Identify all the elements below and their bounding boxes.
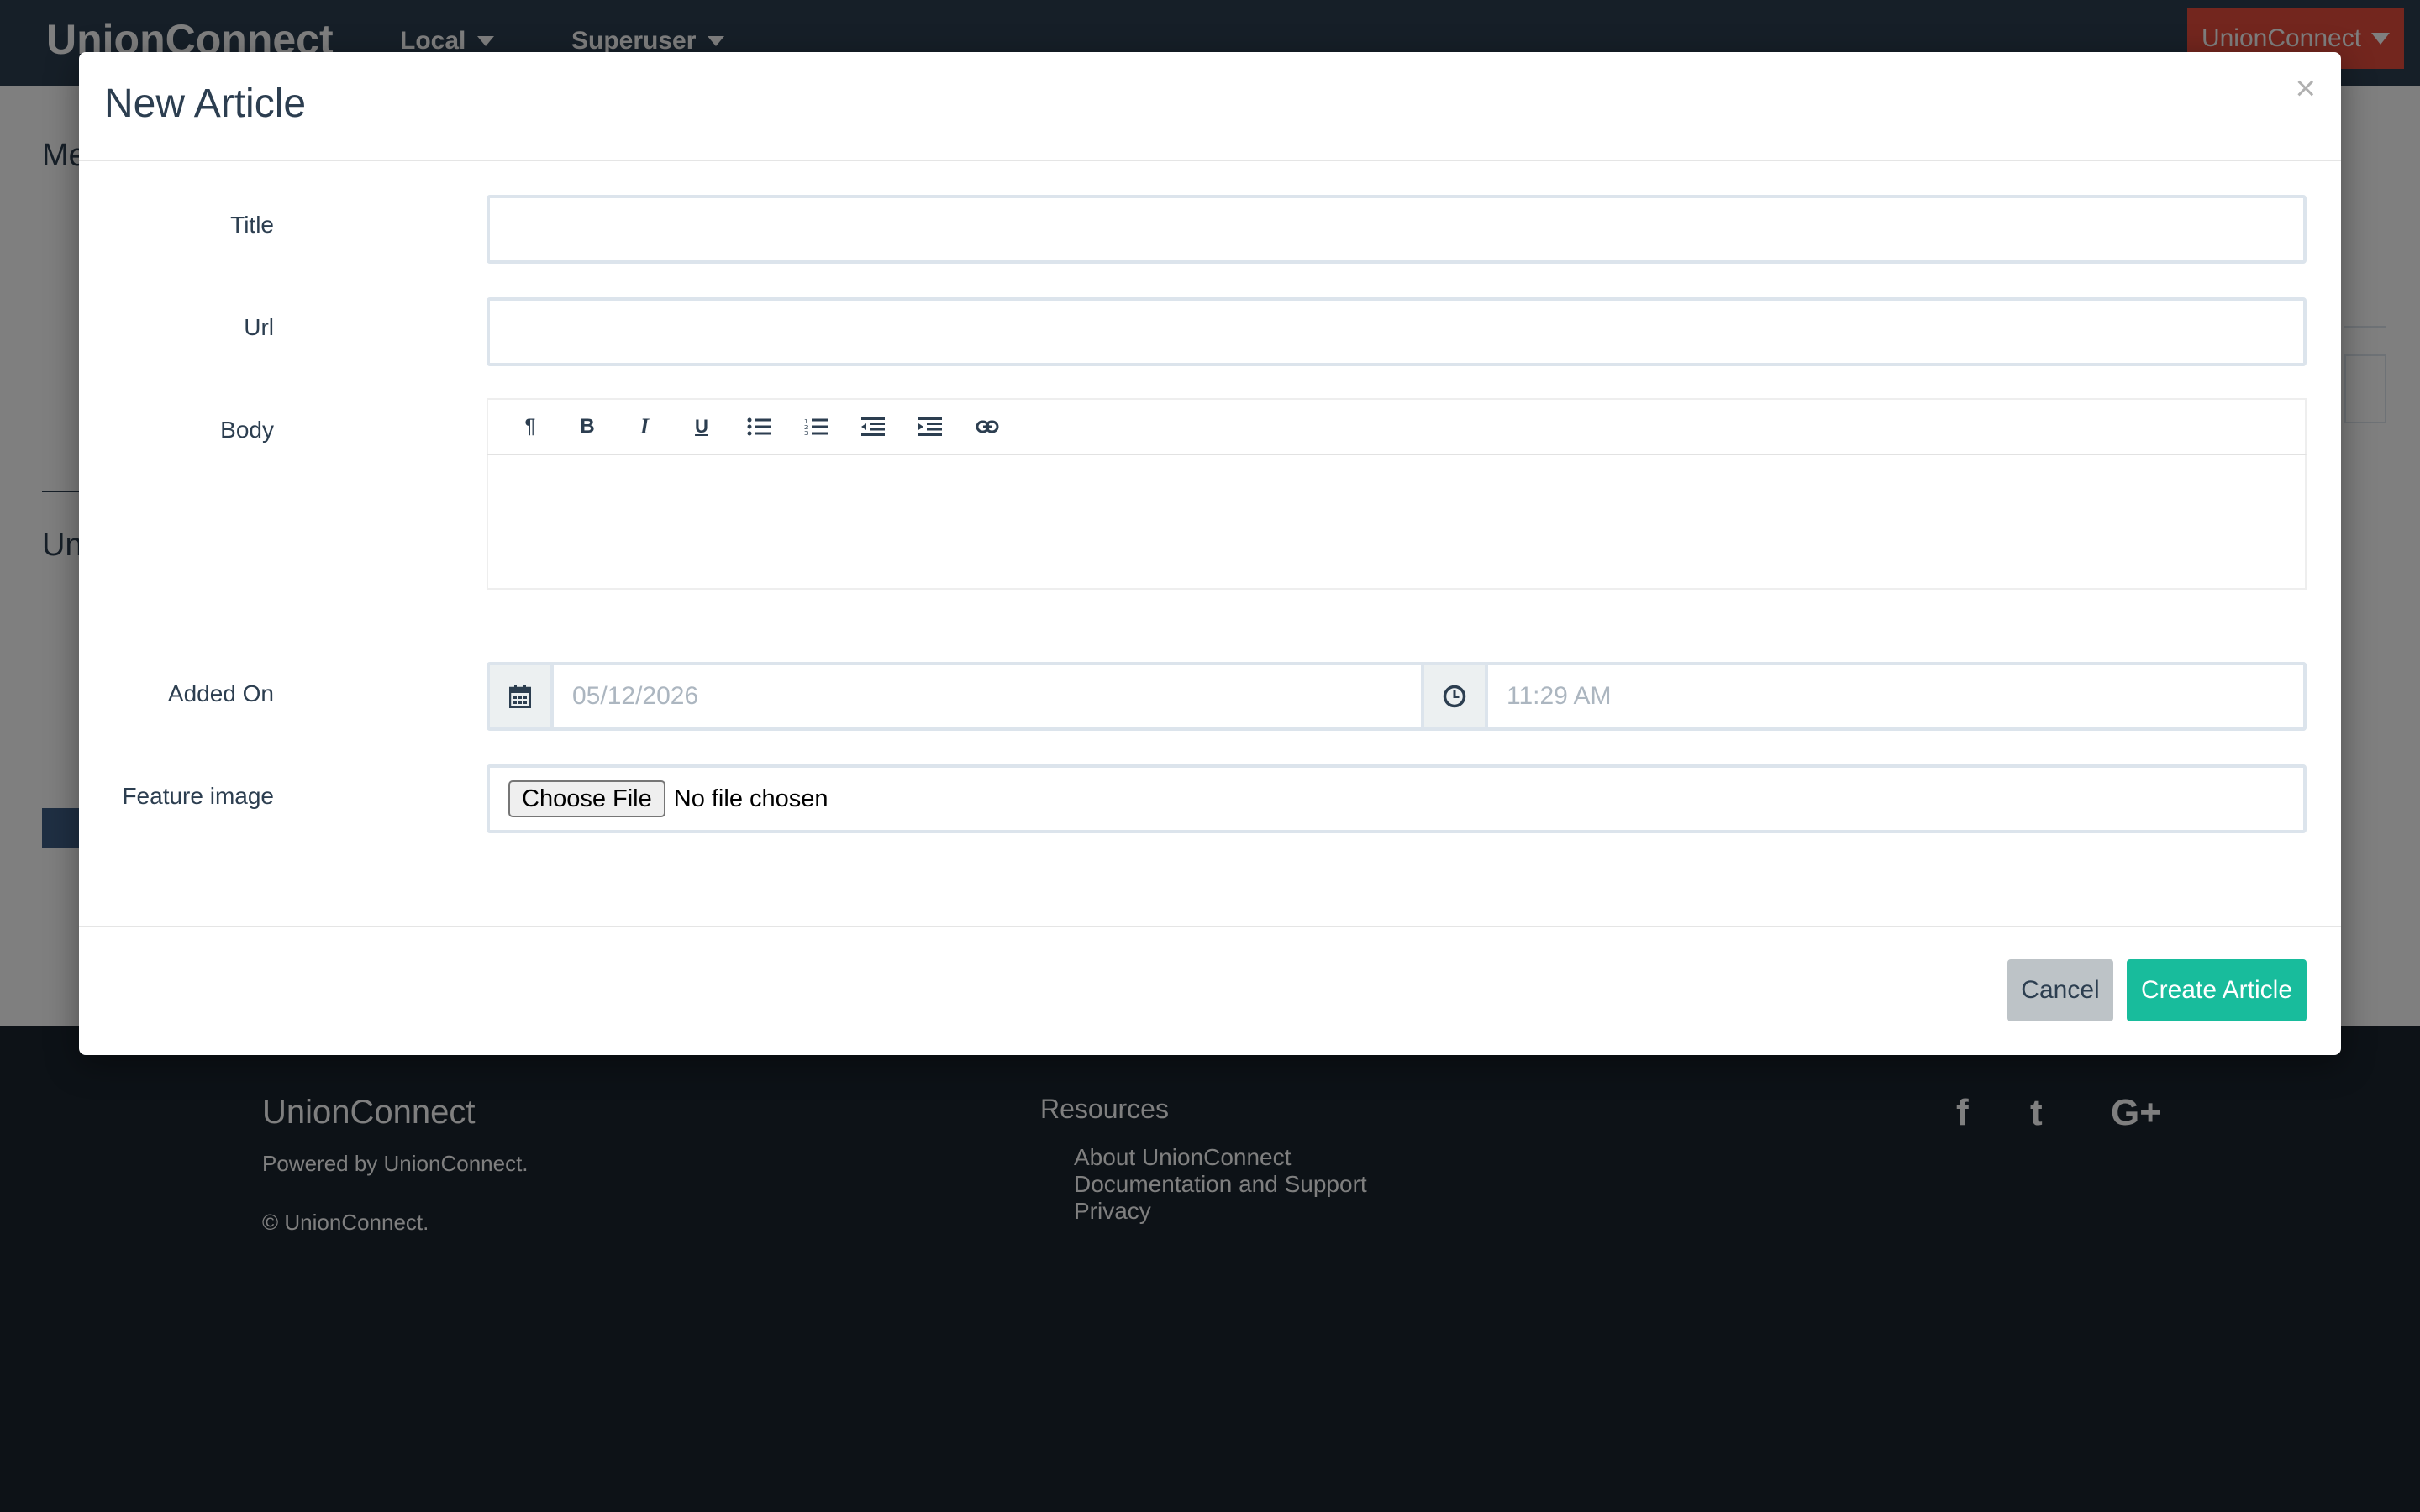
link-icon[interactable] [959, 398, 1016, 455]
file-status: No file chosen [673, 785, 829, 812]
title-input[interactable] [487, 195, 2307, 264]
svg-text:3: 3 [804, 430, 808, 436]
ordered-list-icon[interactable]: 123 [787, 398, 844, 455]
editor-toolbar: ¶ B I U 123 [487, 398, 2307, 455]
unordered-list-icon[interactable] [730, 398, 787, 455]
body-label: Body [220, 417, 274, 443]
indent-icon[interactable] [902, 398, 959, 455]
time-input[interactable]: 11:29 AM [1488, 662, 2307, 731]
italic-icon[interactable]: I [616, 398, 673, 455]
modal-title: New Article [104, 81, 307, 126]
modal-header: New Article × [79, 52, 2341, 161]
create-article-button[interactable]: Create Article [2127, 959, 2307, 1021]
date-input[interactable]: 05/12/2026 [554, 662, 1450, 731]
new-article-modal: New Article × Title Url Body ¶ B I U 123… [79, 52, 2341, 1055]
outdent-icon[interactable] [844, 398, 902, 455]
added-on-label: Added On [167, 680, 274, 706]
bold-icon[interactable]: B [559, 398, 616, 455]
underline-icon[interactable]: U [673, 398, 730, 455]
title-label: Title [230, 212, 274, 238]
close-icon[interactable]: × [2295, 71, 2316, 106]
feature-image-label: Feature image [122, 783, 274, 809]
url-label: Url [244, 314, 274, 340]
url-input[interactable] [487, 297, 2307, 366]
body-editor[interactable] [487, 455, 2307, 590]
feature-image-input[interactable]: Choose File No file chosen [487, 764, 2307, 833]
calendar-icon[interactable] [487, 662, 554, 731]
cancel-button[interactable]: Cancel [2007, 959, 2113, 1021]
clock-icon[interactable] [1421, 662, 1488, 731]
choose-file-button[interactable]: Choose File [508, 780, 666, 817]
paragraph-icon[interactable]: ¶ [502, 398, 559, 455]
modal-footer [79, 926, 2341, 1055]
